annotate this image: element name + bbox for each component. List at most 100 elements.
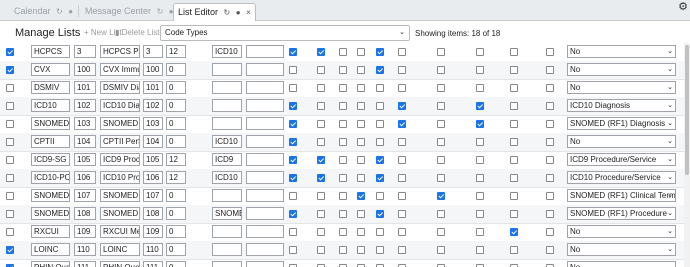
flag-checkbox[interactable] bbox=[376, 210, 384, 218]
flag-checkbox[interactable] bbox=[289, 138, 297, 146]
flag-checkbox[interactable] bbox=[289, 102, 297, 110]
tab-message-center[interactable]: Message Center ↻ ● bbox=[85, 3, 174, 20]
extra-field[interactable] bbox=[246, 135, 284, 148]
option-select[interactable]: SNOMED (RF1) Procedure ⌄ bbox=[567, 207, 676, 220]
flag-checkbox[interactable] bbox=[398, 102, 406, 110]
option-select[interactable]: SNOMED (RF1) Diagnosis ⌄ bbox=[567, 117, 676, 130]
flag-checkbox[interactable] bbox=[339, 48, 347, 56]
flag-checkbox[interactable] bbox=[357, 210, 365, 218]
flag-checkbox[interactable] bbox=[510, 84, 518, 92]
description-field[interactable]: SNOMED P bbox=[100, 207, 140, 220]
id-field[interactable]: 108 bbox=[74, 207, 96, 220]
extra-field[interactable] bbox=[246, 99, 284, 112]
code-field[interactable]: ICD10 bbox=[31, 99, 70, 112]
option-select[interactable]: No ⌄ bbox=[567, 261, 676, 267]
flag-checkbox[interactable] bbox=[289, 210, 297, 218]
flag-checkbox[interactable] bbox=[376, 48, 384, 56]
flag-checkbox[interactable] bbox=[289, 48, 297, 56]
system-field[interactable]: SNOMED bbox=[212, 207, 242, 220]
flag-checkbox[interactable] bbox=[317, 246, 325, 254]
length-field[interactable]: 0 bbox=[166, 207, 186, 220]
system-field[interactable] bbox=[212, 99, 242, 112]
sequence-field[interactable]: 105 bbox=[143, 153, 163, 166]
flag-checkbox[interactable] bbox=[437, 228, 445, 236]
sequence-field[interactable]: 111 bbox=[143, 261, 163, 267]
option-select[interactable]: SNOMED (RF1) Clinical Term ⌄ bbox=[567, 189, 676, 202]
flag-checkbox[interactable] bbox=[398, 66, 406, 74]
flag-checkbox[interactable] bbox=[339, 210, 347, 218]
flag-checkbox[interactable] bbox=[546, 138, 554, 146]
flag-checkbox[interactable] bbox=[546, 66, 554, 74]
flag-checkbox[interactable] bbox=[339, 192, 347, 200]
code-field[interactable]: ICD9-SG bbox=[31, 153, 70, 166]
flag-checkbox[interactable] bbox=[357, 84, 365, 92]
code-field[interactable]: RXCUI bbox=[31, 225, 70, 238]
system-field[interactable] bbox=[212, 225, 242, 238]
row-select-checkbox[interactable] bbox=[6, 156, 14, 164]
flag-checkbox[interactable] bbox=[476, 246, 484, 254]
flag-checkbox[interactable] bbox=[476, 228, 484, 236]
code-field[interactable]: ICD10-PCS bbox=[31, 171, 70, 184]
code-field[interactable]: CPTII bbox=[31, 135, 70, 148]
row-select-checkbox[interactable] bbox=[6, 228, 14, 236]
length-field[interactable]: 0 bbox=[166, 261, 186, 267]
flag-checkbox[interactable] bbox=[476, 174, 484, 182]
sequence-field[interactable]: 107 bbox=[143, 189, 163, 202]
row-select-checkbox[interactable] bbox=[6, 102, 14, 110]
flag-checkbox[interactable] bbox=[546, 156, 554, 164]
flag-checkbox[interactable] bbox=[510, 66, 518, 74]
option-select[interactable]: ICD10 Procedure/Service ⌄ bbox=[567, 171, 676, 184]
flag-checkbox[interactable] bbox=[339, 84, 347, 92]
id-field[interactable]: 104 bbox=[74, 135, 96, 148]
flag-checkbox[interactable] bbox=[476, 210, 484, 218]
flag-checkbox[interactable] bbox=[289, 228, 297, 236]
flag-checkbox[interactable] bbox=[357, 174, 365, 182]
flag-checkbox[interactable] bbox=[398, 138, 406, 146]
extra-field[interactable] bbox=[246, 243, 284, 256]
option-select[interactable]: No ⌄ bbox=[567, 81, 676, 94]
length-field[interactable]: 0 bbox=[166, 225, 186, 238]
extra-field[interactable] bbox=[246, 189, 284, 202]
row-select-checkbox[interactable] bbox=[6, 210, 14, 218]
row-select-checkbox[interactable] bbox=[6, 192, 14, 200]
description-field[interactable]: ICD9 Proc bbox=[100, 153, 140, 166]
system-field[interactable] bbox=[212, 243, 242, 256]
sequence-field[interactable]: 109 bbox=[143, 225, 163, 238]
length-field[interactable]: 0 bbox=[166, 63, 186, 76]
row-select-checkbox[interactable] bbox=[6, 174, 14, 182]
row-select-checkbox[interactable] bbox=[6, 246, 14, 254]
flag-checkbox[interactable] bbox=[510, 192, 518, 200]
system-field[interactable]: ICD10 bbox=[212, 45, 242, 58]
tab-list-editor[interactable]: List Editor ↻ ● × bbox=[173, 3, 256, 21]
flag-checkbox[interactable] bbox=[289, 120, 297, 128]
flag-checkbox[interactable] bbox=[317, 210, 325, 218]
tab-calendar[interactable]: Calendar ↻ ● bbox=[14, 3, 73, 20]
code-field[interactable]: DSMIV bbox=[31, 81, 70, 94]
flag-checkbox[interactable] bbox=[437, 246, 445, 254]
flag-checkbox[interactable] bbox=[510, 228, 518, 236]
code-field[interactable]: SNOMED- bbox=[31, 189, 70, 202]
option-select[interactable]: ICD10 Diagnosis ⌄ bbox=[567, 99, 676, 112]
id-field[interactable]: 109 bbox=[74, 225, 96, 238]
description-field[interactable]: ICD10 Proc bbox=[100, 171, 140, 184]
flag-checkbox[interactable] bbox=[546, 246, 554, 254]
flag-checkbox[interactable] bbox=[317, 138, 325, 146]
flag-checkbox[interactable] bbox=[398, 120, 406, 128]
flag-checkbox[interactable] bbox=[546, 84, 554, 92]
flag-checkbox[interactable] bbox=[289, 246, 297, 254]
code-field[interactable]: CVX bbox=[31, 63, 70, 76]
id-field[interactable]: 100 bbox=[74, 63, 96, 76]
id-field[interactable]: 110 bbox=[74, 243, 96, 256]
description-field[interactable]: LOINC bbox=[100, 243, 140, 256]
flag-checkbox[interactable] bbox=[289, 66, 297, 74]
description-field[interactable]: SNOMED D bbox=[100, 117, 140, 130]
code-field[interactable]: PHIN Ques bbox=[31, 261, 70, 267]
flag-checkbox[interactable] bbox=[357, 228, 365, 236]
flag-checkbox[interactable] bbox=[376, 102, 384, 110]
flag-checkbox[interactable] bbox=[376, 156, 384, 164]
length-field[interactable]: 0 bbox=[166, 81, 186, 94]
refresh-icon[interactable]: ↻ bbox=[157, 7, 164, 16]
flag-checkbox[interactable] bbox=[546, 210, 554, 218]
system-field[interactable]: ICD10 bbox=[212, 135, 242, 148]
flag-checkbox[interactable] bbox=[398, 210, 406, 218]
